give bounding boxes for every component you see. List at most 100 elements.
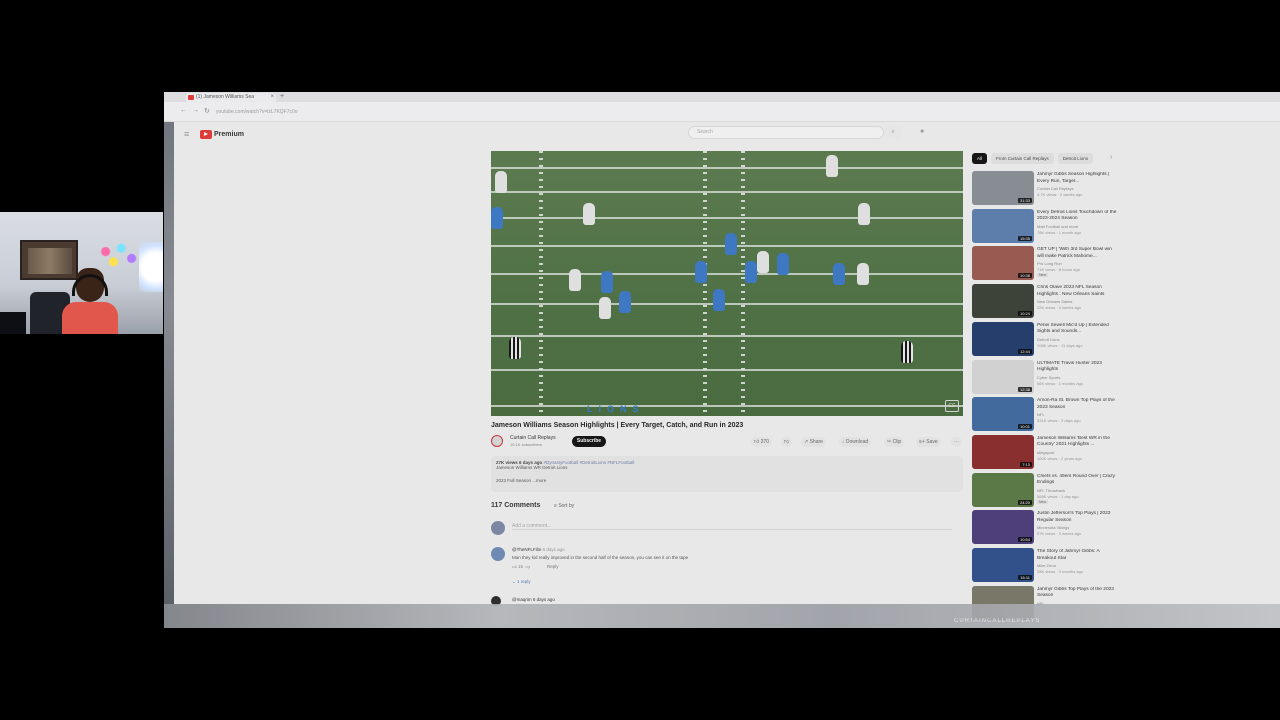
recommendation-item[interactable]: 24:20 Chiefs vs. 49ers Round Over | Crazy… xyxy=(972,472,1120,507)
recommendation-title[interactable]: Jahmyr Gibbs Season Highlights | Every R… xyxy=(1037,172,1117,185)
search-input[interactable]: Search xyxy=(688,126,884,139)
microphone-icon[interactable]: ● xyxy=(920,128,924,135)
search-icon[interactable]: ⌕ xyxy=(884,126,902,139)
video-thumbnail[interactable]: 24:20 xyxy=(972,472,1034,507)
description-more[interactable]: 2023 Full Season ...more xyxy=(496,478,958,483)
video-duration: 10:01 xyxy=(1017,424,1032,430)
download-button[interactable]: ↓ Download xyxy=(839,437,872,447)
channel-name[interactable]: Curtain Call Replays xyxy=(510,435,556,441)
recommendation-item[interactable]: 7:13 Jameson Williams 'Best WR in the Cou… xyxy=(972,434,1120,469)
recommendation-channel[interactable]: NFL Throwback xyxy=(1037,488,1065,493)
recommendation-title[interactable]: GET UP | 'With 3rd Super Bowl win will m… xyxy=(1037,247,1117,260)
youtube-logo[interactable]: Premium xyxy=(200,128,244,140)
recommendation-title[interactable]: Penei Sewell Mic'd Up | Extended Sights … xyxy=(1037,323,1117,336)
chip-detroit-lions[interactable]: Detroit Lions xyxy=(1057,153,1094,164)
video-thumbnail[interactable]: 7:13 xyxy=(972,434,1034,469)
video-thumbnail[interactable]: 10:38 xyxy=(972,246,1034,281)
recommendation-item[interactable]: 10:24 Chris Olave 2023 NFL Season Highlig… xyxy=(972,284,1120,319)
video-thumbnail[interactable]: 12:38 xyxy=(972,359,1034,394)
like-count: 370 xyxy=(760,439,769,445)
recommendation-title[interactable]: Every Detroit Lions Touchdown of the 202… xyxy=(1037,210,1117,223)
back-icon[interactable]: ← xyxy=(180,107,187,114)
recommendation-title[interactable]: Amon-Ra St. Brown Top Plays of the 2023 … xyxy=(1037,398,1117,411)
recommendation-item[interactable]: 12:44 Penei Sewell Mic'd Up | Extended Si… xyxy=(972,321,1120,356)
new-tab-icon[interactable]: + xyxy=(280,92,284,102)
comment-author[interactable]: @maqrim xyxy=(512,597,532,602)
menu-icon[interactable]: ≡ xyxy=(184,129,189,139)
video-thumbnail[interactable]: 10:54 xyxy=(972,510,1034,545)
subscribe-button[interactable]: Subscribe xyxy=(572,436,606,447)
description-box[interactable]: 27K views 6 days ago #DynastyFootball #D… xyxy=(491,456,963,492)
video-thumbnail[interactable]: 10:01 xyxy=(972,397,1034,432)
chip-all[interactable]: All xyxy=(972,153,988,164)
recommendation-channel[interactable]: Detroit Lions xyxy=(1037,337,1059,342)
comment-input[interactable]: Add a comment... xyxy=(512,523,952,530)
video-thumbnail[interactable]: 12:44 xyxy=(972,321,1034,356)
recommendation-item[interactable]: 31:33 Jahmyr Gibbs Season Highlights | Ev… xyxy=(972,171,1120,205)
share-button[interactable]: ↗ Share xyxy=(801,437,826,447)
stream-watermark: CURTAINCALLREPLAYS xyxy=(954,618,1041,624)
commenter-avatar[interactable] xyxy=(491,547,505,561)
save-label: Save xyxy=(926,439,938,445)
recommendation-channel[interactable]: New Orleans Saints xyxy=(1037,299,1072,304)
recommendation-channel[interactable]: NFL xyxy=(1037,412,1045,417)
chip-from-channel[interactable]: From Curtain Call Replays xyxy=(991,153,1054,164)
comment-author[interactable]: @TheNFLFilm xyxy=(512,547,541,552)
video-thumbnail[interactable]: 15:35 xyxy=(972,208,1034,243)
video-thumbnail[interactable]: 10:24 xyxy=(972,284,1034,319)
background-strip-left xyxy=(164,102,174,604)
sort-button[interactable]: ≡ Sort by xyxy=(554,503,574,509)
recommendation-meta: 100K views · 2 years ago xyxy=(1037,455,1082,461)
recommendation-channel[interactable]: Mike Zena xyxy=(1037,563,1056,568)
chevron-right-icon[interactable]: › xyxy=(1110,154,1112,161)
recommendation-title[interactable]: Justin Jefferson's Top Plays | 2023 Regu… xyxy=(1037,511,1117,524)
recommendation-channel[interactable]: Curtain Call Replays xyxy=(1037,186,1073,191)
video-duration: 31:33 xyxy=(1017,198,1032,203)
youtube-play-icon xyxy=(200,129,212,139)
recommendation-title[interactable]: Chris Olave 2023 NFL Season Highlights :… xyxy=(1037,285,1117,298)
more-icon[interactable]: ⋯ xyxy=(951,437,962,447)
video-player[interactable]: LIONS CC xyxy=(491,151,963,416)
recommendation-item[interactable]: 12:38 ULTIMATE Travis Hunter 2023 Highlig… xyxy=(972,359,1120,394)
captions-icon[interactable]: CC xyxy=(945,400,959,412)
clip-button[interactable]: ✂ Clip xyxy=(884,437,905,447)
video-thumbnail[interactable]: 31:33 xyxy=(972,171,1034,205)
recommendation-meta: 78K views · 1 month ago xyxy=(1037,229,1082,235)
recommendation-meta: 4.7K views · 2 weeks ago xyxy=(1037,192,1083,197)
recommendation-item[interactable]: 16:11 The Story of Jahmyr Gibbs: A Breako… xyxy=(972,548,1120,582)
recommendation-title[interactable]: Chiefs vs. 49ers Round Over | Crazy Endi… xyxy=(1037,474,1117,487)
close-icon[interactable]: × xyxy=(270,93,274,102)
recommendation-channel[interactable]: Minnesota Vikings xyxy=(1037,525,1069,530)
recommendation-meta: 568K views · 1 day ago xyxy=(1037,493,1079,499)
recommendation-channel[interactable]: stingsport xyxy=(1037,450,1054,455)
recommendation-item[interactable]: 10:54 Justin Jefferson's Top Plays | 2023… xyxy=(972,510,1120,545)
browser-tab[interactable]: (1) Jameson Williams Sea × xyxy=(186,93,276,102)
video-duration: 12:44 xyxy=(1017,348,1032,354)
recommendation-channel[interactable]: Cyber Sports xyxy=(1037,375,1060,380)
save-button[interactable]: ≡+ Save xyxy=(916,437,941,447)
url-field[interactable]: youtube.com/watch?v=lzL7KQF7c0o xyxy=(216,108,916,117)
like-button[interactable]: 👍︎ 370 xyxy=(751,437,772,447)
comment-time: 6 days ago xyxy=(532,597,555,602)
recommendation-title[interactable]: Jameson Williams 'Best WR in the Country… xyxy=(1037,436,1117,449)
recommendation-item[interactable]: 15:35 Every Detroit Lions Touchdown of th… xyxy=(972,208,1120,243)
recommendation-item[interactable]: 10:01 Amon-Ra St. Brown Top Plays of the … xyxy=(972,397,1120,432)
webcam-overlay xyxy=(0,212,163,334)
address-bar: ← → ↻ youtube.com/watch?v=lzL7KQF7c0o xyxy=(164,102,1280,122)
recommendation-channel[interactable]: Matt Football and more xyxy=(1037,224,1078,229)
recommendation-title[interactable]: ULTIMATE Travis Hunter 2023 Highlights xyxy=(1037,361,1117,374)
replies-toggle[interactable]: ⌄ 1 reply xyxy=(512,579,531,585)
recommendation-title[interactable]: Jahmyr Gibbs Top Plays of the 2023 Seaso… xyxy=(1037,587,1117,600)
forward-icon[interactable]: → xyxy=(192,107,199,114)
comments-count: 117 Comments xyxy=(491,502,541,509)
recommendation-item[interactable]: 10:38 GET UP | 'With 3rd Super Bowl win w… xyxy=(972,246,1120,281)
recommendation-channel[interactable]: Pro Long Run xyxy=(1037,261,1062,266)
comment-like-button[interactable]: 👍︎ 15 👎︎ xyxy=(512,564,530,570)
recommendation-title[interactable]: The Story of Jahmyr Gibbs: A Breakout St… xyxy=(1037,549,1117,562)
video-thumbnail[interactable]: 16:11 xyxy=(972,548,1034,582)
dislike-button[interactable]: 👎︎ xyxy=(781,437,793,447)
reload-icon[interactable]: ↻ xyxy=(204,107,210,115)
channel-avatar[interactable] xyxy=(491,435,503,447)
browser-tabstrip: (1) Jameson Williams Sea × + xyxy=(164,92,1280,102)
reply-button[interactable]: Reply xyxy=(547,564,559,569)
